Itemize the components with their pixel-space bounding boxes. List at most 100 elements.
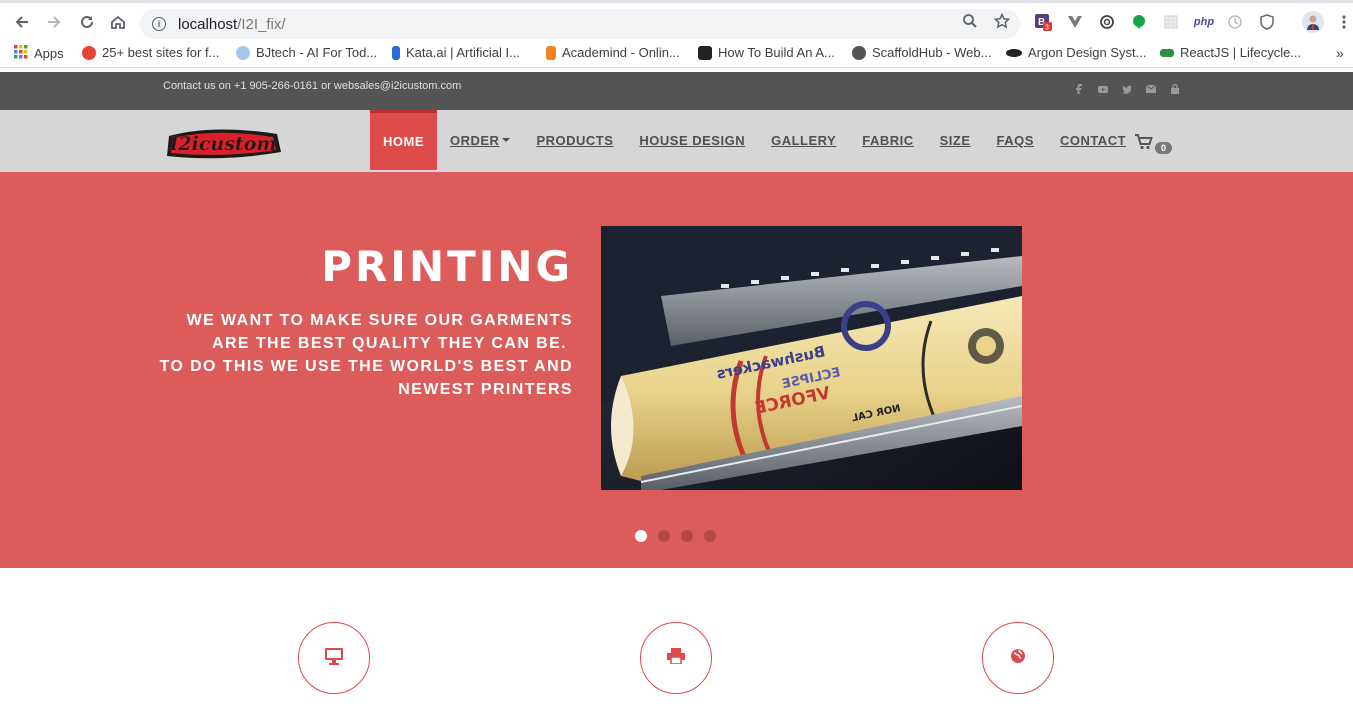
- gfg-favicon: [1160, 48, 1174, 57]
- kata-favicon: [392, 45, 400, 60]
- site-topbar: Contact us on +1 905-266-0161 or websale…: [0, 72, 1353, 110]
- bookmark-item[interactable]: 25+ best sites for f...: [82, 45, 219, 60]
- site-logo[interactable]: I2icustom: [163, 118, 283, 166]
- apps-grid-icon: [14, 45, 28, 62]
- bookmark-favicon: [82, 45, 96, 60]
- bookmark-label: How To Build An A...: [718, 45, 835, 60]
- more-bookmarks-icon[interactable]: »: [1336, 45, 1344, 61]
- address-bar[interactable]: i localhost/I2I_fix/: [140, 9, 1020, 39]
- cart-count-badge: 0: [1155, 141, 1173, 154]
- vue-devtools-icon[interactable]: [1066, 13, 1084, 31]
- globe-favicon: [852, 45, 866, 60]
- main-navbar: I2icustom HOME ORDER PRODUCTS HOUSE DESI…: [0, 110, 1353, 172]
- bookmark-label: BJtech - AI For Tod...: [256, 45, 378, 60]
- nav-faqs[interactable]: FAQS: [984, 110, 1047, 170]
- logo-text: I2icustom: [169, 133, 277, 155]
- feature-design-circle[interactable]: [298, 622, 370, 694]
- bookmark-label: Kata.ai | Artificial I...: [406, 45, 520, 60]
- carousel-dot[interactable]: [681, 530, 693, 542]
- hero-title: PRINTING: [321, 242, 573, 291]
- bookmark-label: Argon Design Syst...: [1028, 45, 1147, 60]
- zoom-icon[interactable]: [962, 13, 978, 34]
- url-path: /I2I_fix/: [237, 15, 286, 33]
- carousel-dot[interactable]: [658, 530, 670, 542]
- home-icon[interactable]: [107, 11, 129, 33]
- academind-favicon: [546, 45, 556, 60]
- mail-icon[interactable]: [1146, 84, 1156, 94]
- twitter-icon[interactable]: [1122, 84, 1132, 94]
- nav-contact-label: CONTACT: [1059, 132, 1127, 148]
- feature-print-circle[interactable]: [640, 622, 712, 694]
- bookmark-label: ScaffoldHub - Web...: [872, 45, 992, 60]
- nav-home-label: HOME: [383, 134, 424, 149]
- php-label: php: [1193, 16, 1215, 28]
- bookmark-favicon: [698, 45, 712, 60]
- carousel-dot[interactable]: [704, 530, 716, 542]
- globe-icon: [1010, 648, 1026, 669]
- nav-size-label: SIZE: [939, 132, 971, 148]
- bootstrap-extension-icon[interactable]: B3: [1034, 13, 1052, 31]
- bookmark-star-icon[interactable]: [993, 12, 1011, 34]
- hero-line: ARE THE BEST QUALITY THEY CAN BE.: [212, 335, 567, 352]
- hero-description: WE WANT TO MAKE SURE OUR GARMENTS ARE TH…: [153, 309, 573, 401]
- nav-home[interactable]: HOME: [370, 110, 437, 170]
- nav-gallery[interactable]: GALLERY: [758, 110, 849, 170]
- openai-extension-icon[interactable]: [1098, 13, 1116, 31]
- timer-extension-icon[interactable]: [1226, 13, 1244, 31]
- bookmark-item[interactable]: ScaffoldHub - Web...: [852, 45, 991, 60]
- nav-size[interactable]: SIZE: [927, 110, 984, 170]
- profile-avatar[interactable]: [1302, 11, 1324, 33]
- brain-favicon: [236, 45, 250, 60]
- nav-faqs-label: FAQS: [996, 132, 1034, 148]
- social-links: [1074, 84, 1180, 94]
- reload-icon[interactable]: [76, 11, 98, 33]
- hero-line: WE WANT TO MAKE SURE OUR GARMENTS: [186, 312, 573, 329]
- primary-menu: HOME ORDER PRODUCTS HOUSE DESIGN GALLERY…: [370, 110, 1139, 170]
- desktop-icon: [324, 647, 344, 670]
- nav-house-design[interactable]: HOUSE DESIGN: [626, 110, 758, 170]
- back-icon[interactable]: [11, 11, 33, 33]
- bookmark-item[interactable]: How To Build An A...: [698, 45, 835, 60]
- bookmark-item[interactable]: ReactJS | Lifecycle...: [1160, 45, 1301, 60]
- nav-gallery-label: GALLERY: [771, 132, 837, 148]
- grid-extension-icon[interactable]: [1162, 13, 1180, 31]
- extension-badge: 3: [1045, 25, 1049, 32]
- nav-order[interactable]: ORDER: [437, 110, 523, 170]
- shield-extension-icon[interactable]: [1258, 13, 1276, 31]
- url-host: localhost: [178, 15, 238, 33]
- hero-line: TO DO THIS WE USE THE WORLD'S BEST AND: [159, 358, 573, 375]
- carousel-indicators: [635, 530, 716, 542]
- bookmark-item[interactable]: Argon Design Syst...: [1006, 45, 1147, 60]
- printer-icon: [667, 647, 685, 669]
- nav-fabric-label: FABRIC: [862, 132, 914, 148]
- carousel-dot[interactable]: [635, 530, 647, 542]
- bookmark-apps[interactable]: Apps: [14, 45, 64, 62]
- site-info-icon[interactable]: i: [152, 17, 166, 31]
- youtube-icon[interactable]: [1098, 84, 1108, 94]
- url-text: localhost/I2I_fix/: [178, 16, 286, 33]
- php-extension-icon[interactable]: php: [1192, 13, 1216, 31]
- bookmark-label: 25+ best sites for f...: [102, 45, 220, 60]
- nav-contact[interactable]: CONTACT: [1047, 110, 1139, 170]
- nav-products[interactable]: PRODUCTS: [523, 110, 626, 170]
- cart-button[interactable]: 0: [1135, 134, 1173, 155]
- bookmarks-bar: Apps 25+ best sites for f... BJtech - AI…: [0, 40, 1353, 68]
- bookmark-item[interactable]: Kata.ai | Artificial I...: [392, 45, 520, 60]
- nav-fabric[interactable]: FABRIC: [849, 110, 926, 170]
- bookmark-label: ReactJS | Lifecycle...: [1180, 45, 1302, 60]
- hero-line: NEWEST PRINTERS: [398, 381, 573, 398]
- contact-info: Contact us on +1 905-266-0161 or websale…: [163, 80, 462, 92]
- bookmark-label: Apps: [34, 46, 64, 61]
- bookmark-item[interactable]: BJtech - AI For Tod...: [236, 45, 377, 60]
- printer-photo: Bushwackers ECLIPSE VFORCE NOR CAL: [601, 226, 1022, 490]
- facebook-icon[interactable]: [1074, 84, 1084, 94]
- nav-house-design-label: HOUSE DESIGN: [639, 132, 746, 148]
- bookmark-item[interactable]: Academind - Onlin...: [546, 45, 680, 60]
- browser-toolbar: i localhost/I2I_fix/ B3 php: [0, 0, 1353, 40]
- feature-shipping-circle[interactable]: [982, 622, 1054, 694]
- forward-icon[interactable]: [43, 11, 65, 33]
- chrome-menu-icon[interactable]: [1335, 13, 1353, 31]
- evernote-extension-icon[interactable]: [1130, 13, 1148, 31]
- lock-icon[interactable]: [1170, 84, 1180, 94]
- argon-favicon: [1006, 48, 1022, 57]
